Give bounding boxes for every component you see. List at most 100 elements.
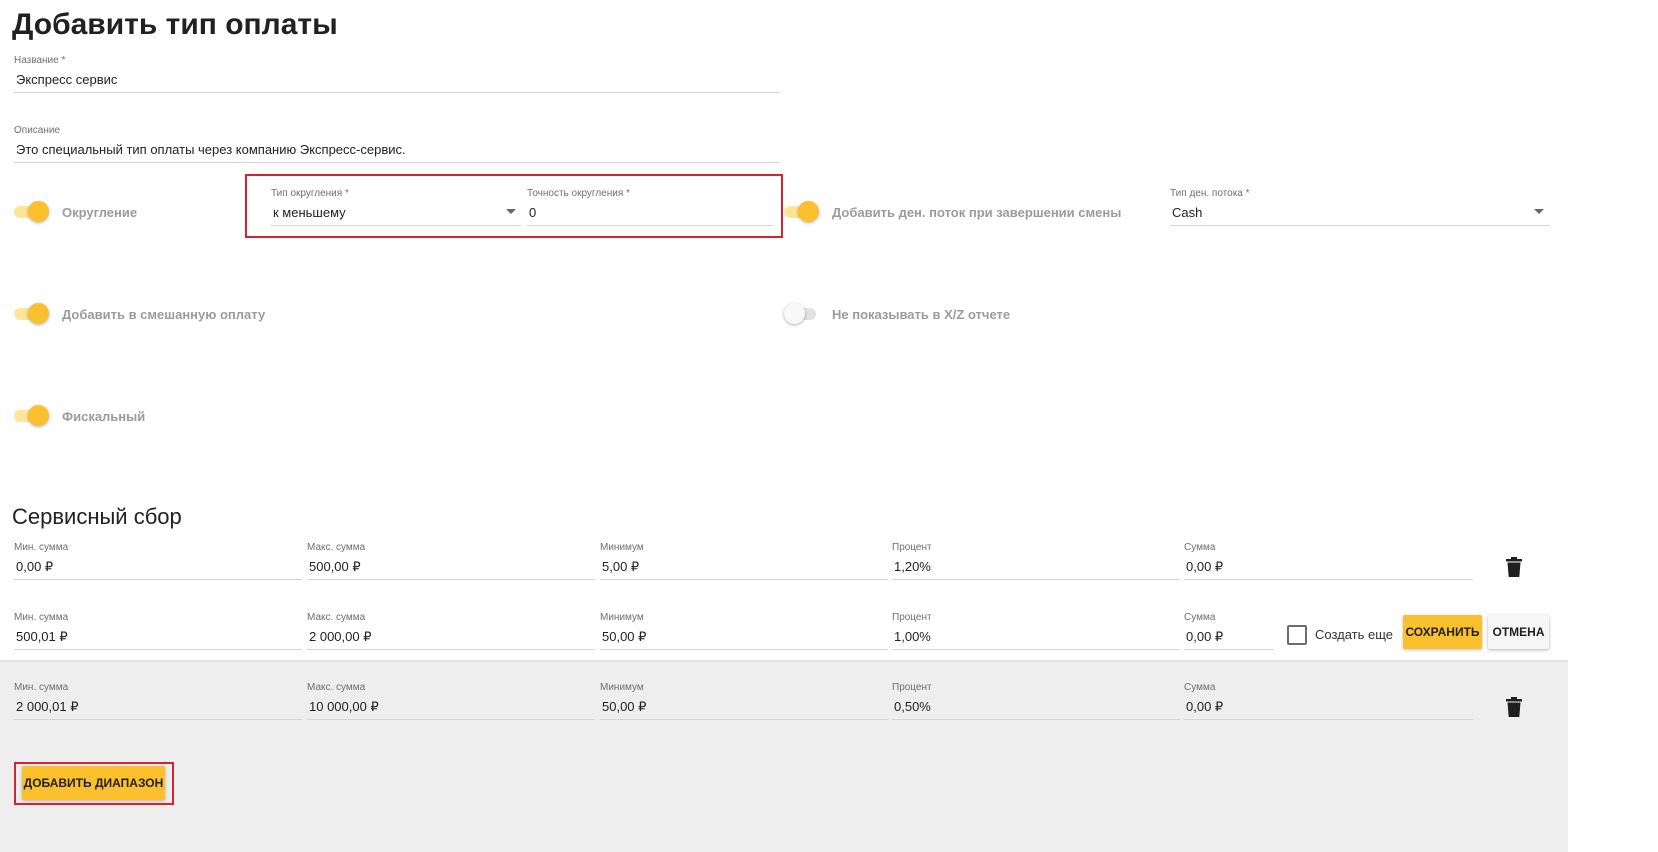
percent-value: 0,50% <box>894 699 931 714</box>
min-sum-label: Мин. сумма <box>14 612 69 623</box>
max-sum-underline <box>307 579 595 580</box>
sum-label: Сумма <box>1184 682 1216 693</box>
min-sum-field[interactable]: Мин. сумма 2 000,01 ₽ <box>14 682 302 720</box>
percent-label: Процент <box>892 542 932 553</box>
percent-label: Процент <box>892 612 932 623</box>
minimum-underline <box>600 649 888 650</box>
sum-field[interactable]: Сумма 0,00 ₽ <box>1184 542 1473 580</box>
fiscal-toggle[interactable] <box>14 404 49 428</box>
description-field[interactable]: Описание Это специальный тип оплаты чере… <box>14 125 780 163</box>
max-sum-field[interactable]: Макс. сумма 10 000,00 ₽ <box>307 682 595 720</box>
rounding-type-label: Тип округления * <box>271 188 349 199</box>
caret-down-icon <box>1534 209 1544 214</box>
trash-icon <box>1506 557 1522 577</box>
percent-underline <box>892 649 1180 650</box>
rounding-precision-value: 0 <box>529 205 537 220</box>
minimum-field[interactable]: Минимум 50,00 ₽ <box>600 612 888 650</box>
max-sum-underline <box>307 719 595 720</box>
name-underline <box>14 92 780 93</box>
description-label: Описание <box>14 125 61 136</box>
sum-value: 0,00 ₽ <box>1186 699 1224 714</box>
cancel-button[interactable]: ОТМЕНА <box>1488 615 1549 649</box>
sum-underline <box>1184 719 1473 720</box>
cash-flow-type-underline <box>1170 225 1550 226</box>
max-sum-label: Макс. сумма <box>307 682 366 693</box>
min-sum-value: 2 000,01 ₽ <box>16 699 79 714</box>
rounding-precision-underline <box>527 225 773 226</box>
rounding-precision-field[interactable]: Точность округления * 0 <box>527 188 773 226</box>
name-field[interactable]: Название * Экспресс сервис <box>14 55 780 93</box>
rounding-toggle[interactable] <box>14 200 49 224</box>
rounding-type-select[interactable]: Тип округления * к меньшему <box>271 188 521 226</box>
sum-label: Сумма <box>1184 542 1216 553</box>
min-sum-label: Мин. сумма <box>14 542 69 553</box>
minimum-value: 5,00 ₽ <box>602 559 640 574</box>
name-label: Название * <box>14 55 66 66</box>
sum-underline <box>1184 579 1473 580</box>
hide-xz-toggle[interactable] <box>784 302 818 326</box>
min-sum-label: Мин. сумма <box>14 682 69 693</box>
minimum-label: Минимум <box>600 682 644 693</box>
create-more-label: Создать еще <box>1315 627 1394 642</box>
description-value: Это специальный тип оплаты через компани… <box>16 142 406 157</box>
row-divider-shadow <box>0 660 1568 663</box>
hide-xz-toggle-thumb <box>784 303 805 324</box>
min-sum-underline <box>14 579 302 580</box>
add-cash-flow-toggle[interactable] <box>784 200 819 224</box>
minimum-field[interactable]: Минимум 50,00 ₽ <box>600 682 888 720</box>
max-sum-underline <box>307 649 595 650</box>
max-sum-field[interactable]: Макс. сумма 500,00 ₽ <box>307 542 595 580</box>
sum-label: Сумма <box>1184 612 1216 623</box>
min-sum-value: 500,01 ₽ <box>16 629 68 644</box>
min-sum-field[interactable]: Мин. сумма 500,01 ₽ <box>14 612 302 650</box>
fiscal-label: Фискальный <box>62 409 146 424</box>
max-sum-value: 500,00 ₽ <box>309 559 361 574</box>
max-sum-field[interactable]: Макс. сумма 2 000,00 ₽ <box>307 612 595 650</box>
rounding-type-value: к меньшему <box>273 205 346 220</box>
save-button[interactable]: СОХРАНИТЬ <box>1403 615 1482 649</box>
trash-icon <box>1506 697 1522 717</box>
delete-row-button[interactable] <box>1504 556 1524 578</box>
add-cash-flow-toggle-thumb <box>798 201 819 222</box>
cash-flow-type-label: Тип ден. потока * <box>1170 188 1250 199</box>
sum-underline <box>1184 649 1274 650</box>
sum-field[interactable]: Сумма 0,00 ₽ <box>1184 612 1274 650</box>
rounding-label: Округление <box>62 205 138 220</box>
percent-field[interactable]: Процент 0,50% <box>892 682 1180 720</box>
rounding-type-underline <box>271 225 521 226</box>
sum-value: 0,00 ₽ <box>1186 559 1224 574</box>
mixed-payment-label: Добавить в смешанную оплату <box>62 307 266 322</box>
fiscal-toggle-thumb <box>28 405 49 426</box>
minimum-underline <box>600 579 888 580</box>
percent-value: 1,20% <box>894 559 931 574</box>
max-sum-value: 10 000,00 ₽ <box>309 699 379 714</box>
caret-down-icon <box>506 209 516 214</box>
name-value: Экспресс сервис <box>16 72 118 87</box>
min-sum-value: 0,00 ₽ <box>16 559 54 574</box>
min-sum-field[interactable]: Мин. сумма 0,00 ₽ <box>14 542 302 580</box>
minimum-label: Минимум <box>600 542 644 553</box>
cash-flow-type-select[interactable]: Тип ден. потока * Cash <box>1170 188 1550 226</box>
add-range-button[interactable]: ДОБАВИТЬ ДИАПАЗОН <box>22 766 165 800</box>
percent-field[interactable]: Процент 1,20% <box>892 542 1180 580</box>
cash-flow-type-value: Cash <box>1172 205 1203 220</box>
percent-label: Процент <box>892 682 932 693</box>
minimum-underline <box>600 719 888 720</box>
max-sum-label: Макс. сумма <box>307 612 366 623</box>
percent-value: 1,00% <box>894 629 931 644</box>
mixed-payment-toggle[interactable] <box>14 302 49 326</box>
sum-field[interactable]: Сумма 0,00 ₽ <box>1184 682 1473 720</box>
percent-field[interactable]: Процент 1,00% <box>892 612 1180 650</box>
minimum-value: 50,00 ₽ <box>602 699 647 714</box>
minimum-field[interactable]: Минимум 5,00 ₽ <box>600 542 888 580</box>
scrollbar-area <box>1568 0 1658 852</box>
create-more-checkbox[interactable] <box>1287 625 1307 645</box>
max-sum-label: Макс. сумма <box>307 542 366 553</box>
minimum-value: 50,00 ₽ <box>602 629 647 644</box>
delete-row-button[interactable] <box>1504 696 1524 718</box>
add-cash-flow-label: Добавить ден. поток при завершении смены <box>832 205 1122 220</box>
minimum-label: Минимум <box>600 612 644 623</box>
hide-xz-label: Не показывать в X/Z отчете <box>832 307 1011 322</box>
rounding-precision-label: Точность округления * <box>527 188 630 199</box>
rounding-toggle-thumb <box>28 201 49 222</box>
